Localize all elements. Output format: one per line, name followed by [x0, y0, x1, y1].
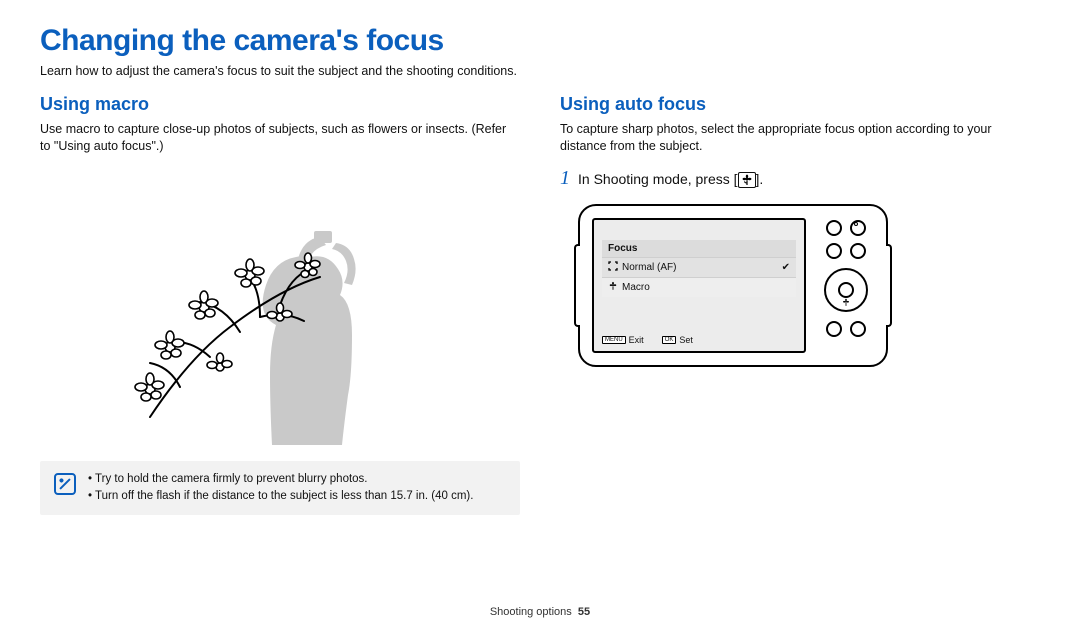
note-icon [54, 473, 76, 495]
right-column: Using auto focus To capture sharp photos… [560, 94, 1040, 515]
lcd-hint-label: Set [679, 335, 693, 345]
note-list: Try to hold the camera firmly to prevent… [88, 471, 473, 506]
af-bracket-icon [608, 261, 618, 274]
left-column: Using macro Use macro to capture close-u… [40, 94, 520, 515]
lcd-option-label: Normal (AF) [622, 262, 676, 273]
camera-lcd: Focus Normal (AF) ✔ [592, 218, 806, 353]
step-1: 1 In Shooting mode, press [ ]. [560, 167, 1040, 190]
macro-flower-icon [842, 298, 851, 309]
camera-button [826, 243, 842, 259]
camera-diagram: Focus Normal (AF) ✔ [578, 204, 888, 367]
footer-section: Shooting options [490, 606, 572, 618]
autofocus-body: To capture sharp photos, select the appr… [560, 121, 1040, 155]
lcd-hint-label: Exit [629, 335, 644, 345]
camera-button [826, 220, 842, 236]
note-box: Try to hold the camera firmly to prevent… [40, 461, 520, 516]
note-item: Turn off the flash if the distance to th… [88, 488, 473, 505]
page-intro: Learn how to adjust the camera's focus t… [40, 64, 1040, 78]
camera-controls [818, 218, 874, 353]
menu-key-icon: MENU [602, 336, 626, 344]
footer-page-number: 55 [578, 606, 590, 618]
macro-heading: Using macro [40, 94, 520, 115]
camera-dpad [824, 268, 868, 312]
step-text-pre: In Shooting mode, press [ [578, 171, 738, 187]
lcd-menu-title: Focus [602, 240, 796, 257]
macro-illustration [110, 167, 450, 447]
step-text-post: ]. [756, 171, 764, 187]
content-columns: Using macro Use macro to capture close-u… [40, 94, 1040, 515]
note-item: Try to hold the camera firmly to prevent… [88, 471, 473, 488]
check-icon: ✔ [782, 262, 790, 273]
step-text: In Shooting mode, press [ ]. [578, 171, 763, 188]
camera-button [850, 321, 866, 337]
camera-button [826, 321, 842, 337]
ok-key-icon: OK [662, 336, 677, 344]
step-number: 1 [560, 167, 570, 190]
page-footer: Shooting options 55 [0, 606, 1080, 618]
camera-led-icon [854, 222, 858, 226]
macro-flower-icon [608, 281, 618, 294]
camera-button [850, 220, 866, 236]
lcd-set-hint: OK Set [662, 335, 693, 345]
lcd-option-label: Macro [622, 282, 650, 293]
macro-flower-icon [738, 172, 756, 188]
autofocus-heading: Using auto focus [560, 94, 1040, 115]
lcd-option-macro: Macro [602, 277, 796, 297]
page-title: Changing the camera's focus [40, 24, 1040, 58]
macro-body: Use macro to capture close-up photos of … [40, 121, 520, 155]
lcd-exit-hint: MENU Exit [602, 335, 644, 345]
lcd-option-normal-af: Normal (AF) ✔ [602, 257, 796, 277]
camera-button [850, 243, 866, 259]
